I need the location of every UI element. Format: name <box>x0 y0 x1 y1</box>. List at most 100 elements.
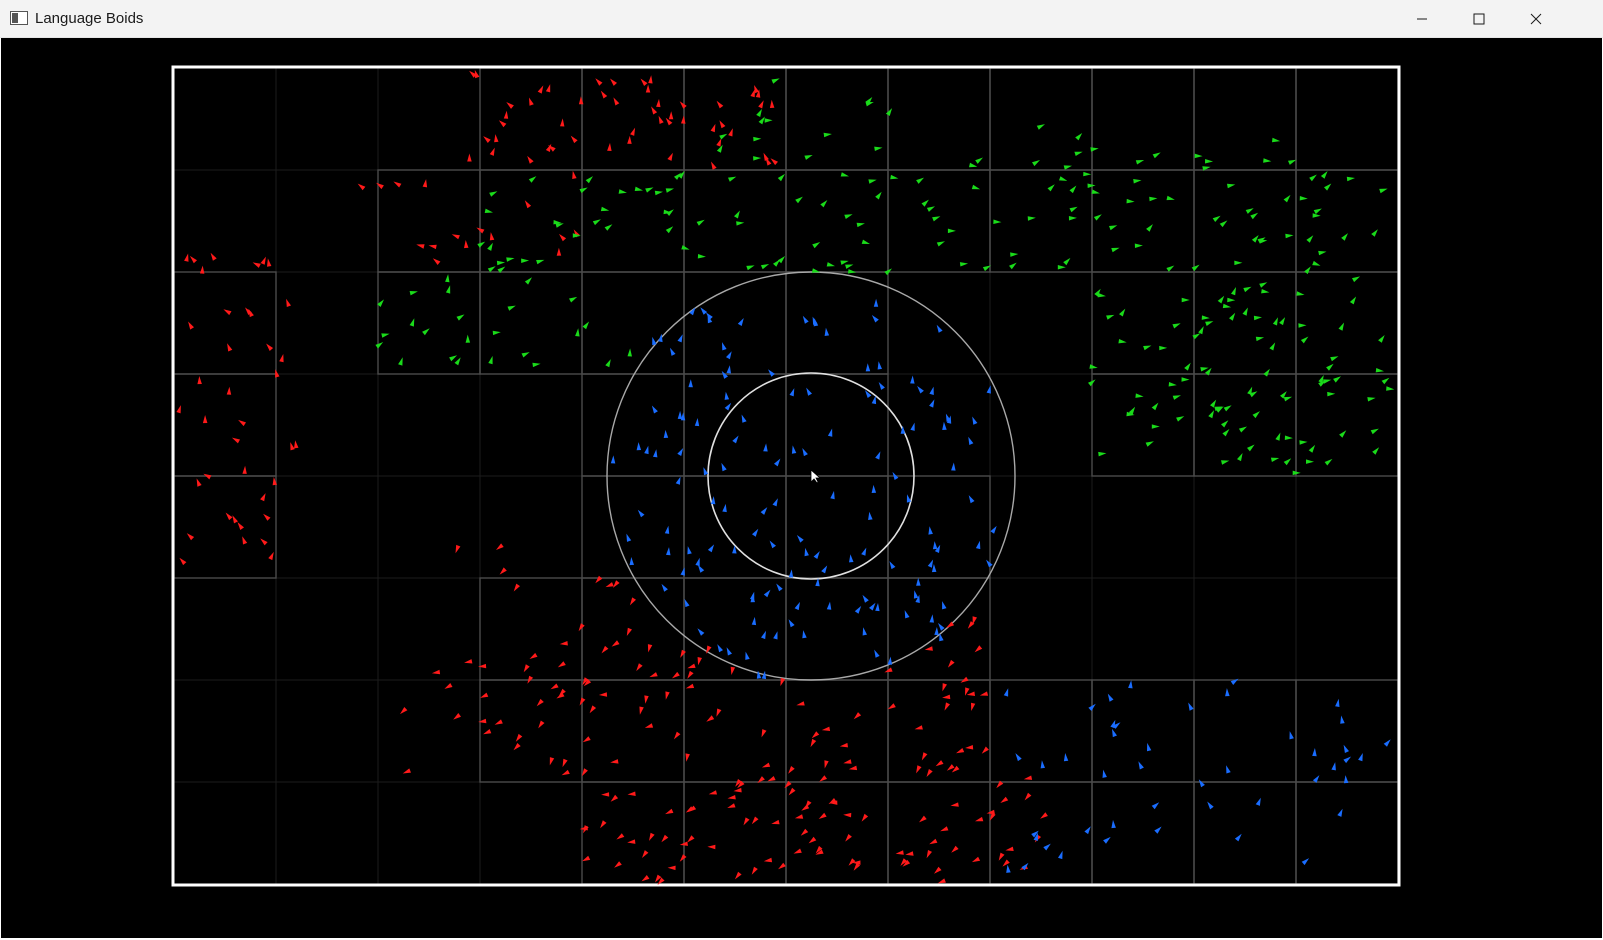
boid <box>942 683 947 692</box>
boid <box>630 127 636 136</box>
simulation-viewport[interactable] <box>1 38 1602 938</box>
grid-cell <box>989 373 1093 477</box>
boid <box>1015 753 1022 762</box>
boid <box>873 298 879 307</box>
boid <box>1306 459 1314 464</box>
boid <box>557 661 566 668</box>
boid <box>848 765 858 771</box>
boid <box>865 363 871 372</box>
title-bar[interactable]: Language Boids <box>0 0 1603 38</box>
boid <box>936 241 945 247</box>
boid <box>409 291 418 296</box>
boid <box>707 544 715 553</box>
occupied-cell <box>1193 679 1297 783</box>
boid <box>290 442 295 451</box>
boid <box>975 540 981 550</box>
boid <box>611 640 620 647</box>
occupied-cell <box>581 577 685 681</box>
occupied-cell <box>581 679 685 783</box>
boid <box>498 120 507 128</box>
grid-cell <box>377 67 481 171</box>
grid-cell <box>479 679 583 783</box>
occupied-cell <box>581 373 685 477</box>
boid <box>1098 451 1107 457</box>
boid <box>804 547 809 557</box>
boid <box>849 554 854 563</box>
boid <box>503 110 509 119</box>
boid <box>465 334 471 343</box>
minimize-button[interactable] <box>1393 0 1451 38</box>
boid <box>445 285 451 294</box>
boid <box>227 343 233 352</box>
boid <box>260 493 266 502</box>
boid <box>431 669 441 675</box>
boid <box>854 605 862 614</box>
boid <box>1379 188 1388 194</box>
boid <box>687 670 694 679</box>
boid <box>575 328 580 337</box>
boid <box>875 451 881 460</box>
boid <box>1057 265 1066 270</box>
boid <box>1036 124 1045 130</box>
boid <box>726 365 731 374</box>
boid <box>1243 286 1252 293</box>
window-icon <box>10 11 28 25</box>
simulation-canvas[interactable] <box>1 38 1602 938</box>
boid <box>1234 260 1243 266</box>
boid <box>1275 432 1281 441</box>
occupied-cell <box>683 67 787 171</box>
boid <box>494 134 499 143</box>
boid <box>802 448 808 457</box>
boid <box>1299 196 1308 201</box>
grid-cell <box>1193 67 1297 171</box>
boid <box>1107 693 1114 702</box>
boid <box>777 173 785 182</box>
boid <box>529 97 534 106</box>
boid <box>1089 364 1098 369</box>
occupied-cell <box>581 67 685 171</box>
boid <box>1210 399 1217 408</box>
boid <box>578 96 584 105</box>
boid <box>1253 315 1262 321</box>
boid <box>665 226 674 234</box>
boid <box>753 156 762 161</box>
boid <box>1272 317 1278 326</box>
boid <box>726 351 732 360</box>
grid-cell <box>173 781 277 885</box>
boid <box>889 561 896 570</box>
boid <box>869 602 876 611</box>
boid <box>595 78 603 86</box>
boid <box>196 478 202 487</box>
boid <box>1151 802 1160 810</box>
close-button[interactable] <box>1507 0 1565 38</box>
boid <box>636 442 642 451</box>
window-title: Language Boids <box>35 10 144 27</box>
boid <box>1320 171 1328 179</box>
boid <box>1308 444 1316 453</box>
occupied-cell <box>887 169 991 273</box>
boid <box>737 318 744 326</box>
boid <box>618 189 627 194</box>
boid <box>409 318 415 327</box>
grid-cell <box>887 169 991 273</box>
boid <box>756 670 762 679</box>
grid-cell <box>1193 679 1297 783</box>
boid <box>454 357 461 366</box>
boid <box>402 768 411 774</box>
boid <box>778 862 786 870</box>
boid <box>968 436 974 445</box>
grid-cell <box>887 271 991 375</box>
boid <box>480 692 489 698</box>
boid <box>752 528 759 537</box>
grid-cell <box>1295 373 1399 477</box>
boid <box>710 123 716 133</box>
occupied-cell <box>683 373 787 477</box>
boid <box>1255 336 1265 342</box>
boid <box>986 385 991 394</box>
boid <box>694 418 700 427</box>
grid-cell <box>1295 679 1399 783</box>
boid <box>875 191 882 200</box>
grid-cell <box>1193 781 1297 885</box>
occupied-cell <box>1295 67 1399 171</box>
maximize-button[interactable] <box>1450 0 1508 38</box>
